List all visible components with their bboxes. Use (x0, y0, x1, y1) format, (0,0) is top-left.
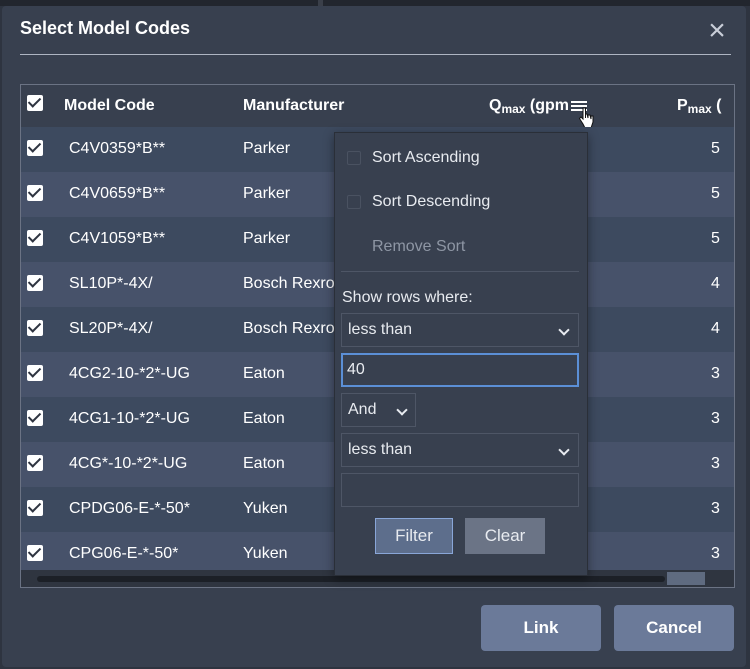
cell-model-code: C4V0359*B** (69, 140, 166, 157)
clear-button[interactable]: Clear (465, 518, 545, 554)
link-button[interactable]: Link (481, 605, 601, 651)
filter-logic-select[interactable]: And (341, 393, 416, 427)
cell-model-code: SL20P*-4X/ (69, 320, 153, 337)
qmax-unit: (gpm (525, 97, 570, 114)
pmax-symbol: P (677, 97, 688, 114)
cell-manufacturer: Yuken (243, 500, 288, 517)
cell-pmax: 3 (711, 365, 720, 382)
select-model-codes-dialog: Select Model Codes × Model Code Manufact… (2, 6, 746, 667)
cell-manufacturer: Yuken (243, 545, 288, 562)
scrollbar-thumb[interactable] (667, 572, 705, 585)
cell-pmax: 3 (711, 455, 720, 472)
hand-cursor-icon (578, 107, 594, 129)
cell-model-code: CPG06-E-*-50* (69, 545, 179, 562)
filter-condition-1-value: less than (348, 321, 413, 338)
cell-model-code: 4CG1-10-*2*-UG (69, 410, 190, 427)
cell-model-code: 4CG*-10-*2*-UG (69, 455, 188, 472)
cell-manufacturer: Bosch Rexroth (243, 320, 335, 337)
row-checkbox[interactable] (27, 320, 43, 336)
cell-pmax: 3 (711, 500, 720, 517)
select-all-checkbox[interactable] (27, 95, 43, 111)
row-checkbox[interactable] (27, 545, 43, 561)
filter-condition-2-value: less than (348, 441, 413, 458)
qmax-subscript: max (501, 102, 526, 116)
cell-pmax: 3 (711, 410, 720, 427)
cell-model-code: SL10P*-4X/ (69, 275, 153, 292)
filter-condition-2-select[interactable]: less than (341, 433, 579, 467)
cell-pmax: 3 (711, 545, 720, 562)
cell-manufacturer: Parker (243, 140, 291, 157)
cell-model-code: C4V0659*B** (69, 185, 166, 202)
chevron-down-icon (558, 444, 570, 456)
row-checkbox[interactable] (27, 410, 43, 426)
row-checkbox[interactable] (27, 500, 43, 516)
cell-manufacturer: Bosch Rexroth (243, 275, 335, 292)
filter-logic-value: And (348, 401, 377, 418)
row-checkbox[interactable] (27, 455, 43, 471)
cell-manufacturer: Parker (243, 230, 291, 247)
row-checkbox[interactable] (27, 185, 43, 201)
qmax-symbol: Q (489, 97, 502, 114)
filter-value-2-input[interactable] (341, 473, 579, 507)
chevron-down-icon (558, 324, 570, 336)
dialog-title: Select Model Codes (20, 18, 191, 38)
cell-manufacturer: Eaton (243, 455, 285, 472)
cell-pmax: 5 (711, 185, 720, 202)
column-filter-menu: Sort Ascending Sort Descending Remove So… (334, 132, 588, 576)
cell-model-code: C4V1059*B** (69, 230, 166, 247)
title-divider (20, 54, 731, 55)
cell-pmax: 4 (711, 320, 720, 337)
remove-sort-item: Remove Sort (372, 238, 466, 255)
filter-button[interactable]: Filter (375, 518, 453, 554)
pmax-subscript: max (687, 102, 712, 116)
cell-manufacturer: Eaton (243, 365, 285, 382)
column-header-pmax[interactable]: Pmax ( (677, 97, 721, 116)
grid-header: Model Code Manufacturer Qmax (gpm Pmax ( (21, 85, 734, 129)
cell-model-code: CPDG06-E-*-50* (69, 500, 190, 517)
row-checkbox[interactable] (27, 140, 43, 156)
sort-descending-item[interactable]: Sort Descending (372, 193, 490, 211)
cell-manufacturer: Parker (243, 185, 291, 202)
row-checkbox[interactable] (27, 230, 43, 246)
menu-divider (341, 271, 579, 272)
sort-ascending-item[interactable]: Sort Ascending (372, 149, 480, 167)
cancel-button[interactable]: Cancel (614, 605, 734, 651)
pmax-unit: ( (711, 97, 722, 114)
column-header-qmax[interactable]: Qmax (gpm (489, 97, 569, 116)
column-header-manufacturer[interactable]: Manufacturer (243, 97, 344, 115)
cell-pmax: 5 (711, 140, 720, 157)
cell-pmax: 4 (711, 275, 720, 292)
row-checkbox[interactable] (27, 275, 43, 291)
row-checkbox[interactable] (27, 365, 43, 381)
filter-value-1-input[interactable]: 40 (341, 353, 579, 387)
scrollbar-track[interactable] (37, 576, 665, 582)
show-rows-where-label: Show rows where: (342, 289, 473, 306)
cell-model-code: 4CG2-10-*2*-UG (69, 365, 190, 382)
close-icon[interactable]: × (704, 16, 730, 46)
filter-condition-1-select[interactable]: less than (341, 313, 579, 347)
sort-descending-icon (347, 195, 361, 209)
sort-ascending-icon (347, 151, 361, 165)
column-header-model-code[interactable]: Model Code (64, 97, 155, 115)
cell-manufacturer: Eaton (243, 410, 285, 427)
chevron-down-icon (396, 404, 408, 416)
cell-pmax: 5 (711, 230, 720, 247)
